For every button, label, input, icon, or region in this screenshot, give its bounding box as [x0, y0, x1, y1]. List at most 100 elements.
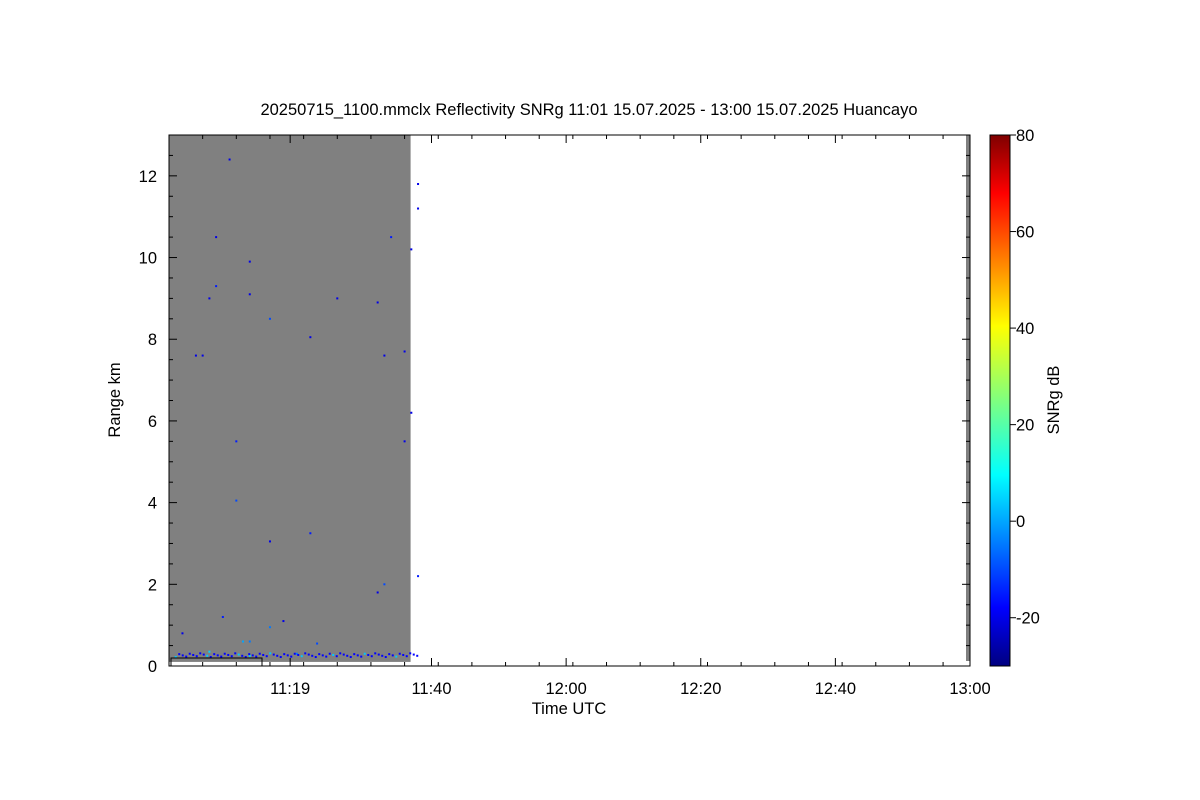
band-point [258, 652, 261, 655]
colorbar-ticks: -20 0 20 40 60 80 [1010, 127, 1040, 628]
band-point [388, 653, 391, 656]
data-point [383, 583, 386, 586]
band-point [395, 655, 398, 658]
band-point [325, 655, 328, 658]
y-tick-label: 8 [148, 331, 157, 349]
band-point [374, 652, 377, 655]
band-point [279, 656, 282, 659]
band-point [223, 652, 226, 655]
colorbar-tick-label: -20 [1016, 610, 1040, 628]
data-point [242, 640, 245, 643]
data-point [376, 301, 379, 304]
colorbar-label: SNRg dB [1045, 366, 1063, 435]
band-point [178, 653, 181, 656]
x-tick-label: 12:40 [815, 680, 856, 698]
right-edge-strip [966, 135, 970, 661]
band-point [269, 652, 272, 655]
data-point [410, 248, 413, 251]
x-tick-label: 12:20 [680, 680, 721, 698]
band-point [251, 654, 254, 657]
band-point [293, 652, 296, 655]
data-point [417, 183, 420, 186]
data-point [248, 640, 251, 643]
data-point [221, 615, 224, 618]
band-point [321, 654, 324, 657]
colorbar-tick-label: 80 [1016, 127, 1034, 145]
band-point [391, 654, 394, 657]
band-point [262, 653, 265, 656]
data-point [181, 632, 184, 635]
x-tick-label: 13:00 [949, 680, 990, 698]
data-point [268, 317, 271, 320]
band-point [195, 655, 198, 658]
band-point [185, 655, 188, 658]
band-point [339, 652, 342, 655]
band-point [349, 656, 352, 659]
data-point [268, 626, 271, 629]
band-point [377, 653, 380, 656]
x-axis-label: Time UTC [532, 700, 607, 718]
band-point [276, 654, 279, 657]
band-point [286, 654, 289, 657]
band-point [202, 653, 205, 656]
band-point [255, 655, 258, 658]
band-point [353, 653, 356, 656]
data-point [201, 354, 204, 357]
band-point [363, 652, 366, 655]
band-point [402, 653, 405, 656]
colorbar-tick-label: 0 [1016, 513, 1025, 531]
band-point [360, 655, 363, 658]
band-point [318, 653, 321, 656]
data-point [403, 440, 406, 443]
band-point [346, 654, 349, 657]
data-point [235, 440, 238, 443]
band-point [290, 655, 293, 658]
band-point [213, 653, 216, 656]
data-point [390, 236, 393, 239]
data-point [383, 354, 386, 357]
data-point [282, 620, 285, 623]
band-point [265, 655, 268, 658]
x-tick-label: 11:40 [411, 680, 451, 698]
colorbar: -20 0 20 40 60 80 [989, 127, 1040, 667]
y-tick-label: 12 [139, 168, 157, 186]
band-point [398, 652, 401, 655]
data-point [268, 540, 271, 543]
data-point [417, 207, 420, 210]
band-point [314, 656, 317, 659]
reflectivity-chart: 20250715_1100.mmclx Reflectivity SNRg 11… [106, 101, 1063, 718]
band-point [181, 654, 184, 657]
data-point [309, 336, 312, 339]
band-point [199, 652, 202, 655]
chart-title: 20250715_1100.mmclx Reflectivity SNRg 11… [260, 101, 917, 119]
band-point [412, 653, 415, 656]
y-tick-label: 10 [139, 250, 157, 268]
band-point [230, 655, 233, 658]
data-point [336, 297, 339, 300]
band-point [216, 654, 219, 657]
band-point [206, 654, 209, 657]
data-point [248, 293, 251, 296]
data-point [376, 591, 379, 594]
band-point [227, 653, 230, 656]
band-point [384, 656, 387, 659]
band-point [304, 652, 307, 655]
band-point [307, 653, 310, 656]
data-point [316, 642, 319, 645]
band-point [234, 652, 237, 655]
data-point [309, 532, 312, 535]
x-tick-label: 11:19 [270, 680, 310, 698]
x-tick-label: 12:00 [545, 680, 586, 698]
data-point [248, 260, 251, 263]
data-point [215, 285, 218, 288]
band-point [405, 655, 408, 658]
y-axis-label: Range km [106, 362, 124, 437]
band-point [416, 654, 419, 657]
y-tick-label: 2 [148, 576, 157, 594]
band-point [311, 654, 314, 657]
band-point [241, 654, 244, 657]
y-tick-label: 6 [148, 413, 157, 431]
band-point [192, 653, 195, 656]
colorbar-tick-label: 20 [1016, 417, 1034, 435]
data-point [228, 158, 231, 161]
